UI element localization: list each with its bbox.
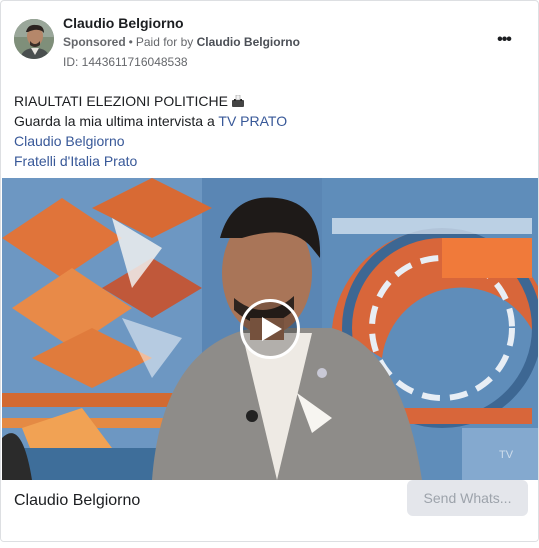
more-options-button[interactable]: ••• [492, 30, 516, 50]
fratelli-italia-prato-link[interactable]: Fratelli d'Italia Prato [14, 151, 524, 171]
ad-card: Claudio Belgiorno Sponsored • Paid for by … [0, 0, 539, 542]
post-line-2: Guarda la mia ultima intervista a TV PRA… [14, 111, 524, 131]
payer-name: Claudio Belgiorno [196, 35, 300, 49]
svg-text:TV: TV [499, 449, 514, 461]
ad-header: Claudio Belgiorno Sponsored • Paid for by … [1, 1, 538, 81]
post-headline: RIAULTATI ELEZIONI POLITICHE [14, 93, 228, 109]
claudio-belgiorno-link[interactable]: Claudio Belgiorno [14, 131, 524, 151]
tv-prato-link[interactable]: TV PRATO [218, 113, 287, 129]
post-line-1: RIAULTATI ELEZIONI POLITICHE [14, 91, 524, 111]
sponsored-meta: Sponsored • Paid for by Claudio Belgiorno [63, 35, 300, 49]
meta-separator: • [128, 35, 133, 49]
play-button[interactable] [240, 299, 300, 359]
more-options-icon: ••• [497, 31, 512, 48]
avatar[interactable] [14, 19, 54, 59]
post-line-2-text: Guarda la mia ultima intervista a [14, 113, 219, 129]
sponsored-label: Sponsored [63, 35, 126, 49]
paid-for-prefix: Paid for by [135, 35, 194, 49]
footer-title: Claudio Belgiorno [14, 492, 141, 509]
ballot-box-icon [231, 95, 244, 107]
advertiser-name[interactable]: Claudio Belgiorno [63, 15, 184, 31]
post-text: RIAULTATI ELEZIONI POLITICHE Guarda la m… [14, 91, 524, 171]
ad-footer: Claudio Belgiorno Send Whats... [1, 480, 538, 541]
avatar-image [14, 19, 54, 59]
play-icon [262, 317, 282, 341]
send-whatsapp-button[interactable]: Send Whats... [407, 480, 528, 516]
ad-id: ID: 1443611716048538 [63, 55, 188, 69]
